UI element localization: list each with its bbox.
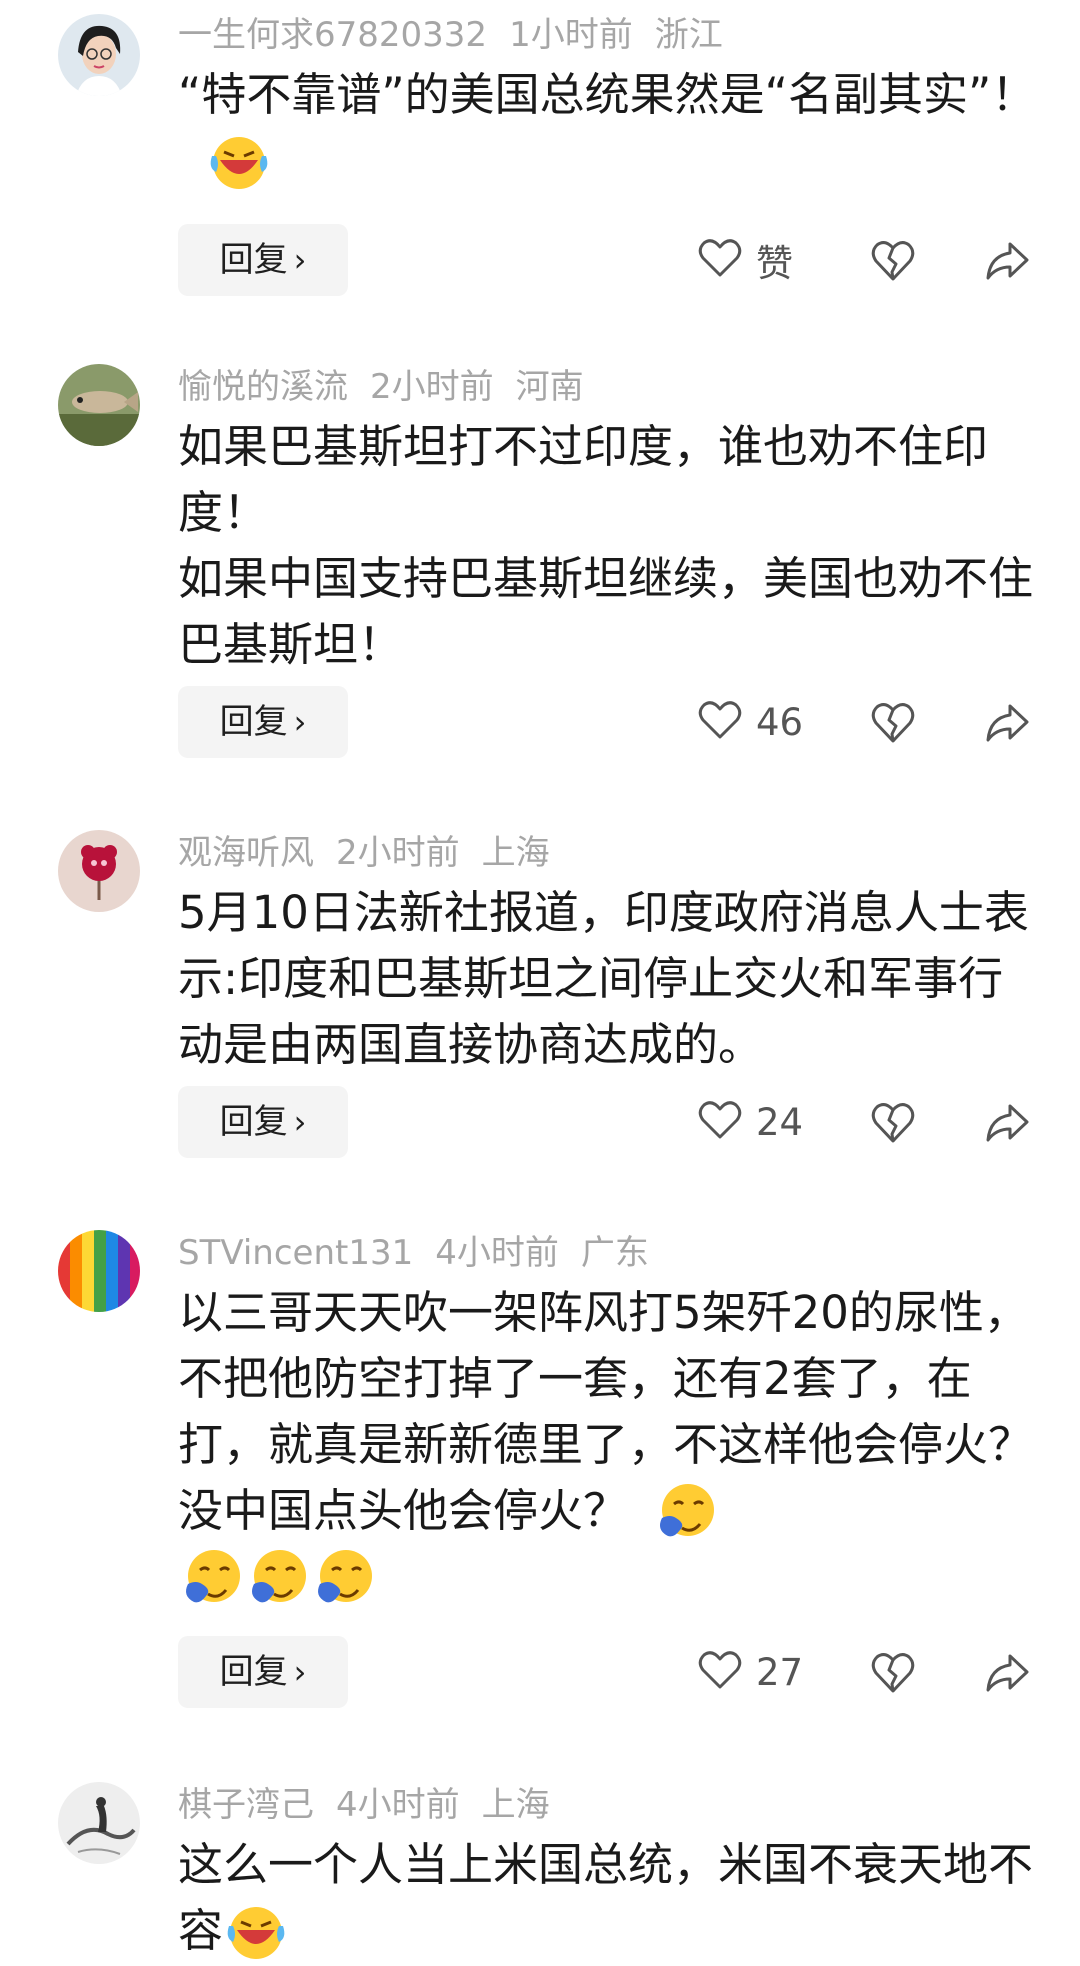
share-icon[interactable] [984,1650,1030,1694]
heart-icon [698,238,742,282]
comment-meta: 棋子湾己 4小时前 上海 [178,1780,572,1830]
sneezing-face-emoji [652,1478,718,1544]
comment-item: STVincent131 4小时前 广东 以三哥天天吹一架阵风打5架歼20的尿性，不… [0,1218,1080,1708]
comment-text-content: 这么一个人当上米国总统，米国不衰天地不容 [178,1838,1034,1957]
heart-icon [698,1650,742,1694]
like-button[interactable]: 46 [698,686,803,758]
username[interactable]: 一生何求67820332 [178,15,487,55]
chevron-right-icon: › [293,703,307,741]
like-button[interactable]: 赞 [698,224,793,296]
timestamp: 1小时前 [509,15,633,55]
broken-heart-icon[interactable] [870,700,916,744]
comment-item: 棋子湾己 4小时前 上海 这么一个人当上米国总统，米国不衰天地不容 [0,1770,1080,1966]
reply-label: 回复 [219,702,288,742]
comment-actions: 回复 › 赞 [0,224,1080,296]
comment-item: 愉悦的溪流 2小时前 河南 如果巴基斯坦打不过印度，谁也劝不住印度！ 如果中国支持巴… [0,352,1080,772]
username[interactable]: 愉悦的溪流 [178,367,348,407]
reply-label: 回复 [219,240,288,280]
reply-button[interactable]: 回复 › [178,686,348,758]
comment-text: 以三哥天天吹一架阵风打5架歼20的尿性，不把他防空打掉了一套，还有2套了，在打，… [178,1280,1038,1610]
avatar[interactable] [58,1230,140,1312]
username[interactable]: STVincent131 [178,1233,413,1273]
location: 上海 [481,833,550,873]
timestamp: 4小时前 [336,1785,460,1825]
reply-label: 回复 [219,1102,288,1142]
avatar[interactable] [58,830,140,912]
comment-text: 这么一个人当上米国总统，米国不衰天地不容 [178,1832,1038,1964]
comment-text: 5月10日法新社报道，印度政府消息人士表示:印度和巴基斯坦之间停止交火和军事行动… [178,886,1029,1071]
reply-button[interactable]: 回复 › [178,1636,348,1708]
comment-meta: 愉悦的溪流 2小时前 河南 [178,362,606,412]
like-count: 赞 [756,242,793,285]
comment-text-content: “特不靠谱”的美国总统果然是“名副其实”！ [178,68,1037,121]
laughing-crying-emoji [206,128,272,194]
username[interactable]: 观海听风 [178,833,314,873]
heart-icon [698,1100,742,1144]
reply-label: 回复 [219,1652,288,1692]
reply-button[interactable]: 回复 › [178,224,348,296]
chevron-right-icon: › [293,1653,307,1691]
comment-meta: STVincent131 4小时前 广东 [178,1228,671,1278]
avatar[interactable] [58,1782,140,1864]
location: 河南 [515,367,584,407]
chevron-right-icon: › [293,241,307,279]
timestamp: 2小时前 [336,833,460,873]
like-button[interactable]: 24 [698,1086,803,1158]
share-icon[interactable] [984,1100,1030,1144]
comment-text-content: 以三哥天天吹一架阵风打5架歼20的尿性，不把他防空打掉了一套，还有2套了，在打，… [178,1286,1034,1537]
comment-actions: 回复 › 24 [0,1086,1080,1158]
timestamp: 2小时前 [370,367,494,407]
comment-meta: 一生何求67820332 1小时前 浙江 [178,10,745,60]
comment-item: 观海听风 2小时前 上海 5月10日法新社报道，印度政府消息人士表示:印度和巴基斯坦… [0,818,1080,1172]
chevron-right-icon: › [293,1103,307,1141]
laughing-crying-emoji [223,1898,289,1964]
broken-heart-icon[interactable] [870,238,916,282]
like-count: 27 [756,1650,804,1694]
like-count: 24 [756,1100,804,1144]
comment-text: 如果巴基斯坦打不过印度，谁也劝不住印度！ 如果中国支持巴基斯坦继续，美国也劝不住… [178,420,1034,671]
comment-text: “特不靠谱”的美国总统果然是“名副其实”！ [178,62,1038,194]
reply-button[interactable]: 回复 › [178,1086,348,1158]
location: 广东 [580,1233,649,1273]
broken-heart-icon[interactable] [870,1100,916,1144]
timestamp: 4小时前 [435,1233,559,1273]
sneezing-face-emoji [310,1544,376,1610]
comment-actions: 回复 › 46 [0,686,1080,758]
comment-item: 一生何求67820332 1小时前 浙江 “特不靠谱”的美国总统果然是“名副其实”！… [0,0,1080,318]
avatar[interactable] [58,14,140,96]
heart-icon [698,700,742,744]
avatar[interactable] [58,364,140,446]
location: 浙江 [654,15,723,55]
comment-actions: 回复 › 27 [0,1636,1080,1708]
location: 上海 [481,1785,550,1825]
comment-meta: 观海听风 2小时前 上海 [178,828,572,878]
like-button[interactable]: 27 [698,1636,803,1708]
share-icon[interactable] [984,238,1030,282]
username[interactable]: 棋子湾己 [178,1785,314,1825]
broken-heart-icon[interactable] [870,1650,916,1694]
sneezing-face-emoji [178,1544,244,1610]
share-icon[interactable] [984,700,1030,744]
sneezing-face-emoji [244,1544,310,1610]
like-count: 46 [756,700,804,744]
